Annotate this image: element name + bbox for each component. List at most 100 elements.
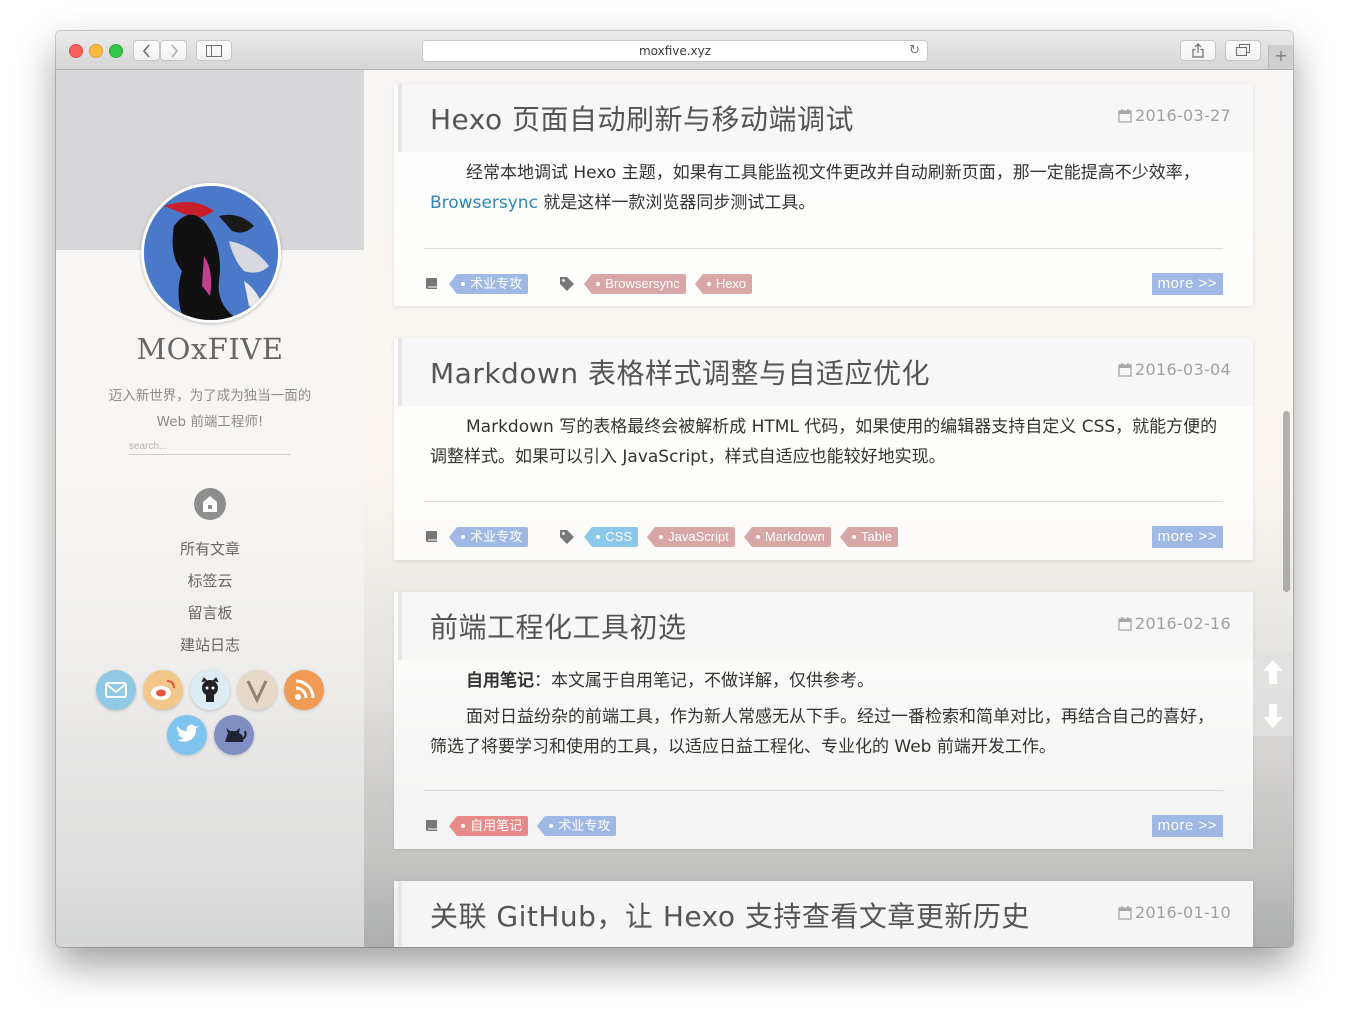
post-header: Markdown 表格样式调整与自适应优化 2016-03-04 — [398, 338, 1253, 406]
excerpt-bold: 自用笔记 — [466, 671, 534, 691]
post-tag[interactable]: Browsersync — [584, 273, 686, 294]
nav-all-posts[interactable]: 所有文章 — [56, 536, 364, 568]
more-button[interactable]: more >> — [1151, 815, 1223, 837]
description-line: 迈入新世界，为了成为独当一面的 — [108, 388, 312, 404]
search-input[interactable] — [129, 438, 291, 455]
new-tab-button[interactable]: + — [1268, 45, 1293, 69]
sidebar-toggle-button[interactable] — [196, 40, 232, 61]
twitter-icon[interactable] — [167, 715, 207, 755]
cat-icon[interactable] — [214, 715, 254, 755]
post-footer: 术业专攻 Browsersync Hexo more >> — [424, 273, 1223, 295]
post-title[interactable]: Hexo 页面自动刷新与移动端调试 — [430, 98, 854, 138]
rss-icon[interactable] — [284, 670, 324, 710]
post-title[interactable]: 关联 GitHub，让 Hexo 支持查看文章更新历史 — [430, 895, 1030, 935]
post-divider — [424, 501, 1223, 502]
post-tag[interactable]: JavaScript — [647, 526, 735, 547]
post-date: 2016-03-27 — [1118, 106, 1231, 125]
category-tag[interactable]: 术业专攻 — [449, 273, 529, 294]
more-button[interactable]: more >> — [1151, 526, 1223, 548]
tabs-overview-button[interactable] — [1225, 40, 1261, 61]
category-tag[interactable]: 自用笔记 — [449, 815, 529, 836]
site-title[interactable]: MOxFIVE — [56, 332, 364, 366]
avatar[interactable] — [141, 183, 281, 323]
post-title[interactable]: Markdown 表格样式调整与自适应优化 — [430, 352, 930, 392]
post-excerpt: Markdown 写的表格最终会被解析成 HTML 代码，如果使用的编辑器支持自… — [394, 406, 1253, 472]
post-tag[interactable]: CSS — [584, 526, 639, 547]
back-button[interactable] — [133, 40, 160, 61]
blog-page: MOxFIVE 迈入新世界，为了成为独当一面的 Web 前端工程师! 所有文章 … — [56, 70, 1293, 947]
site-description: 迈入新世界，为了成为独当一面的 Web 前端工程师! — [86, 383, 334, 435]
post-date-text: 2016-01-10 — [1135, 903, 1231, 922]
book-icon — [426, 819, 437, 831]
github-icon[interactable] — [190, 670, 230, 710]
calendar-icon — [1118, 906, 1132, 920]
post-card: 关联 GitHub，让 Hexo 支持查看文章更新历史 2016-01-10 — [394, 881, 1253, 947]
url-text: moxfive.xyz — [638, 44, 712, 58]
home-button[interactable] — [194, 488, 226, 520]
calendar-icon — [1118, 109, 1132, 123]
avatar-image — [144, 186, 278, 320]
post-title[interactable]: 前端工程化工具初选 — [430, 606, 687, 646]
post-date: 2016-03-04 — [1118, 360, 1231, 379]
post-date-text: 2016-02-16 — [1135, 614, 1231, 633]
arrow-up-icon[interactable] — [1253, 652, 1293, 694]
more-button[interactable]: more >> — [1151, 273, 1223, 295]
post-card: Hexo 页面自动刷新与移动端调试 2016-03-27 经常本地调试 Hexo… — [394, 84, 1253, 306]
browser-toolbar: moxfive.xyz ↻ + — [56, 31, 1293, 70]
post-date: 2016-01-10 — [1118, 903, 1231, 922]
minimize-window-button[interactable] — [89, 44, 103, 58]
nav-guestbook[interactable]: 留言板 — [56, 600, 364, 632]
category-tag[interactable]: 术业专攻 — [537, 815, 617, 836]
post-excerpt: 经常本地调试 Hexo 主题，如果有工具能监视文件更改并自动刷新页面，那一定能提… — [394, 152, 1253, 218]
post-header: Hexo 页面自动刷新与移动端调试 2016-03-27 — [398, 84, 1253, 152]
scrollbar[interactable] — [1283, 411, 1290, 592]
share-button[interactable] — [1180, 40, 1216, 61]
excerpt-text: 面对日益纷杂的前端工具，作为新人常感无从下手。经过一番检索和简单对比，再结合自己… — [430, 707, 1214, 757]
chevron-right-icon — [170, 44, 178, 58]
sidebar-nav: 所有文章 标签云 留言板 建站日志 — [56, 536, 364, 664]
nav-tag-cloud[interactable]: 标签云 — [56, 568, 364, 600]
post-date-text: 2016-03-27 — [1135, 106, 1231, 125]
post-tag[interactable]: Hexo — [694, 273, 753, 294]
address-bar[interactable]: moxfive.xyz ↻ — [422, 40, 928, 62]
tag-icon — [560, 276, 575, 291]
category-tag[interactable]: 术业专攻 — [449, 526, 529, 547]
excerpt-text: ：本文属于自用笔记，不做详解，仅供参考。 — [534, 671, 874, 691]
chevron-left-icon — [142, 44, 150, 58]
browser-window: moxfive.xyz ↻ + MOxFIVE 迈入新世界，为了成为独当一面的 … — [56, 31, 1293, 947]
forward-button[interactable] — [160, 40, 187, 61]
post-footer: 自用笔记 术业专攻 more >> — [424, 815, 1223, 837]
reload-icon[interactable]: ↻ — [909, 41, 920, 61]
v-icon[interactable] — [237, 670, 277, 710]
zoom-window-button[interactable] — [109, 44, 123, 58]
description-line: Web 前端工程师! — [156, 414, 264, 430]
post-date-text: 2016-03-04 — [1135, 360, 1231, 379]
post-tag[interactable]: Markdown — [743, 526, 831, 547]
book-icon — [426, 277, 437, 289]
browsersync-link[interactable]: Browsersync — [430, 193, 538, 213]
excerpt-text: Markdown 写的表格最终会被解析成 HTML 代码，如果使用的编辑器支持自… — [430, 417, 1218, 467]
book-icon — [426, 530, 437, 542]
excerpt-text: 经常本地调试 Hexo 主题，如果有工具能监视文件更改并自动刷新页面，那一定能提… — [466, 163, 1200, 183]
mail-icon[interactable] — [96, 670, 136, 710]
excerpt-text: 就是这样一款浏览器同步测试工具。 — [537, 193, 816, 213]
post-card: 前端工程化工具初选 2016-02-16 自用笔记：本文属于自用笔记，不做详解，… — [394, 592, 1253, 849]
post-date: 2016-02-16 — [1118, 614, 1231, 633]
weibo-icon[interactable] — [143, 670, 183, 710]
share-icon — [1192, 43, 1204, 58]
arrow-down-icon[interactable] — [1253, 694, 1293, 736]
calendar-icon — [1118, 617, 1132, 631]
post-header: 关联 GitHub，让 Hexo 支持查看文章更新历史 2016-01-10 — [398, 881, 1253, 947]
post-footer: 术业专攻 CSS JavaScript Markdown Table more … — [424, 526, 1223, 548]
scroll-arrows — [1253, 652, 1293, 736]
post-divider — [424, 790, 1223, 791]
calendar-icon — [1118, 363, 1132, 377]
post-excerpt: 自用笔记：本文属于自用笔记，不做详解，仅供参考。 面对日益纷杂的前端工具，作为新… — [394, 660, 1253, 762]
nav-site-log[interactable]: 建站日志 — [56, 632, 364, 664]
home-icon — [203, 496, 217, 512]
post-tag[interactable]: Table — [839, 526, 899, 547]
post-header: 前端工程化工具初选 2016-02-16 — [398, 592, 1253, 660]
close-window-button[interactable] — [69, 44, 83, 58]
tabs-icon — [1236, 44, 1250, 56]
tag-icon — [560, 529, 575, 544]
